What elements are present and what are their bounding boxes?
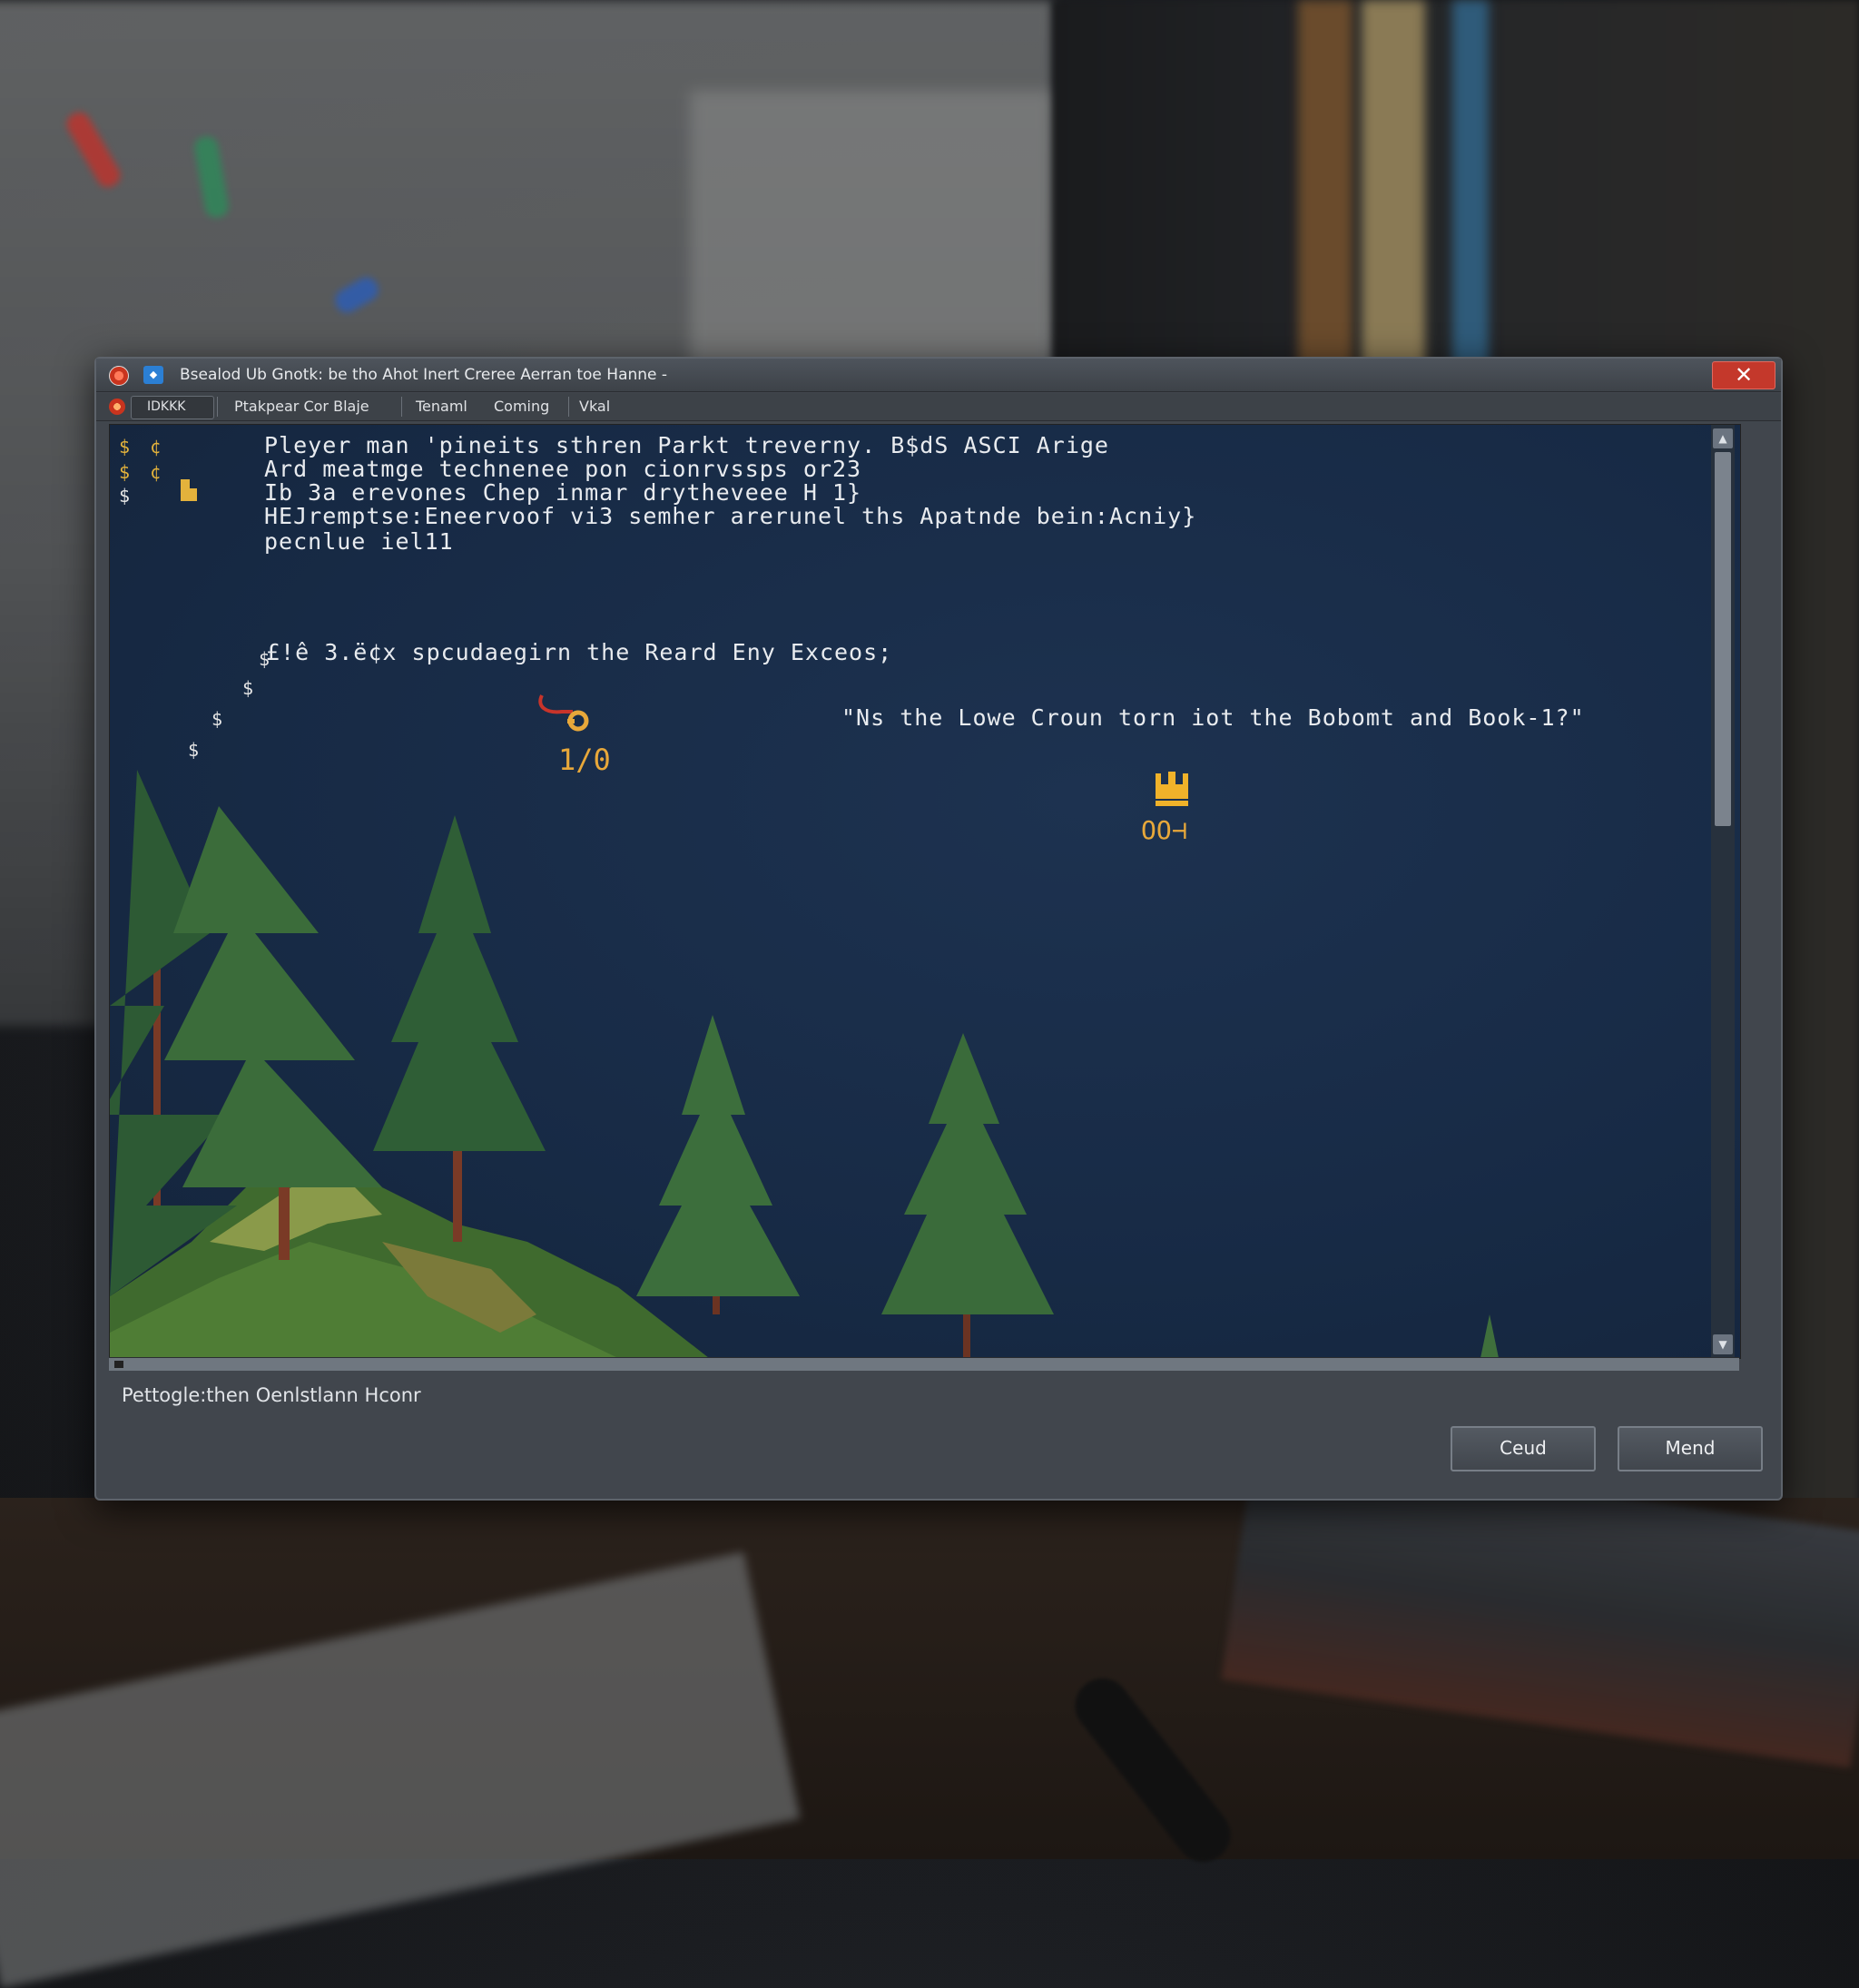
pine-tree bbox=[881, 1033, 1054, 1314]
close-button[interactable]: ✕ bbox=[1712, 361, 1775, 389]
menu-item-4[interactable]: Coming bbox=[494, 393, 549, 420]
crown-counter: OO⊣ bbox=[1141, 815, 1187, 845]
menu-item-3[interactable]: Tenaml bbox=[416, 393, 467, 420]
menu-bar: IDKKK Ptakpear Cor Blaje Tenaml Coming V… bbox=[96, 393, 1781, 421]
horizontal-scroll-thumb[interactable] bbox=[114, 1361, 123, 1368]
game-viewport[interactable]: Pleyer man 'pineits sthren Parkt trevern… bbox=[109, 424, 1741, 1359]
scroll-thumb[interactable] bbox=[1715, 452, 1731, 826]
quote-line: "Ns the Lowe Croun torn iot the Bobomt a… bbox=[841, 704, 1585, 731]
forest-scenery bbox=[110, 770, 1499, 1358]
ascii-glyph: $ bbox=[119, 485, 131, 507]
log-line: Pleyer man 'pineits sthren Parkt trevern… bbox=[264, 432, 1109, 458]
pine-tree-small bbox=[1480, 1314, 1499, 1358]
secondary-button[interactable]: Mend bbox=[1618, 1426, 1763, 1471]
log-line: Ib 3a erevones Chep inmar drytheveee H 1… bbox=[264, 479, 862, 506]
log-line: Ard meatmge technenee pon cionrvssps or2… bbox=[264, 456, 862, 482]
background-book bbox=[1362, 0, 1425, 381]
event-line: £!ê 3.ë¢x spcudaegirn the Reard Eny Exce… bbox=[266, 639, 893, 665]
menu-separator bbox=[217, 397, 218, 417]
log-line: HEJremptse:Eneervoof vi3 semher arerunel… bbox=[264, 503, 1197, 529]
app-icon bbox=[109, 366, 129, 386]
menu-app-icon[interactable] bbox=[109, 399, 125, 415]
log-line: pecnlue iel11 bbox=[264, 528, 454, 555]
ascii-glyph: $ bbox=[259, 648, 270, 670]
ascii-glyph: $ bbox=[119, 461, 131, 483]
ascii-glyph: $ bbox=[242, 677, 254, 699]
pine-tree bbox=[373, 815, 546, 1151]
menu-item-1[interactable]: IDKKK bbox=[147, 393, 185, 420]
key-icon bbox=[538, 694, 589, 732]
game-window: ◆ Bsealod Ub Gnotk: be tho Ahot Inert Cr… bbox=[94, 357, 1783, 1501]
menu-separator bbox=[401, 397, 402, 417]
background-paper bbox=[690, 91, 1053, 381]
title-bar[interactable]: ◆ Bsealod Ub Gnotk: be tho Ahot Inert Cr… bbox=[96, 359, 1781, 392]
window-title: Bsealod Ub Gnotk: be tho Ahot Inert Crer… bbox=[180, 366, 668, 384]
vertical-scrollbar[interactable]: ▲ ▼ bbox=[1711, 425, 1735, 1358]
background-book bbox=[1298, 0, 1352, 381]
document-icon: ◆ bbox=[143, 366, 163, 384]
primary-button[interactable]: Ceud bbox=[1451, 1426, 1596, 1471]
menu-item-2[interactable]: Ptakpear Cor Blaje bbox=[234, 393, 369, 420]
ascii-glyph: ¢ bbox=[150, 461, 162, 483]
scroll-down-button[interactable]: ▼ bbox=[1713, 1334, 1733, 1354]
crown-icon bbox=[1156, 772, 1188, 806]
ascii-glyph: $ bbox=[119, 436, 131, 458]
background-book bbox=[1452, 0, 1489, 381]
key-counter: 1/0 bbox=[558, 743, 611, 777]
status-text: Pettogle:then Oenlstlann Hconr bbox=[122, 1384, 421, 1406]
menu-separator bbox=[568, 397, 569, 417]
scroll-up-button[interactable]: ▲ bbox=[1713, 428, 1733, 448]
pine-tree bbox=[636, 1015, 800, 1296]
horizontal-scrollbar[interactable] bbox=[109, 1357, 1739, 1371]
ascii-glyph: ¢ bbox=[150, 436, 162, 458]
ascii-glyph: $ bbox=[188, 739, 200, 761]
ascii-glyph: $ bbox=[211, 708, 223, 730]
player-sprite bbox=[181, 479, 197, 501]
menu-item-5[interactable]: Vkal bbox=[579, 393, 610, 420]
